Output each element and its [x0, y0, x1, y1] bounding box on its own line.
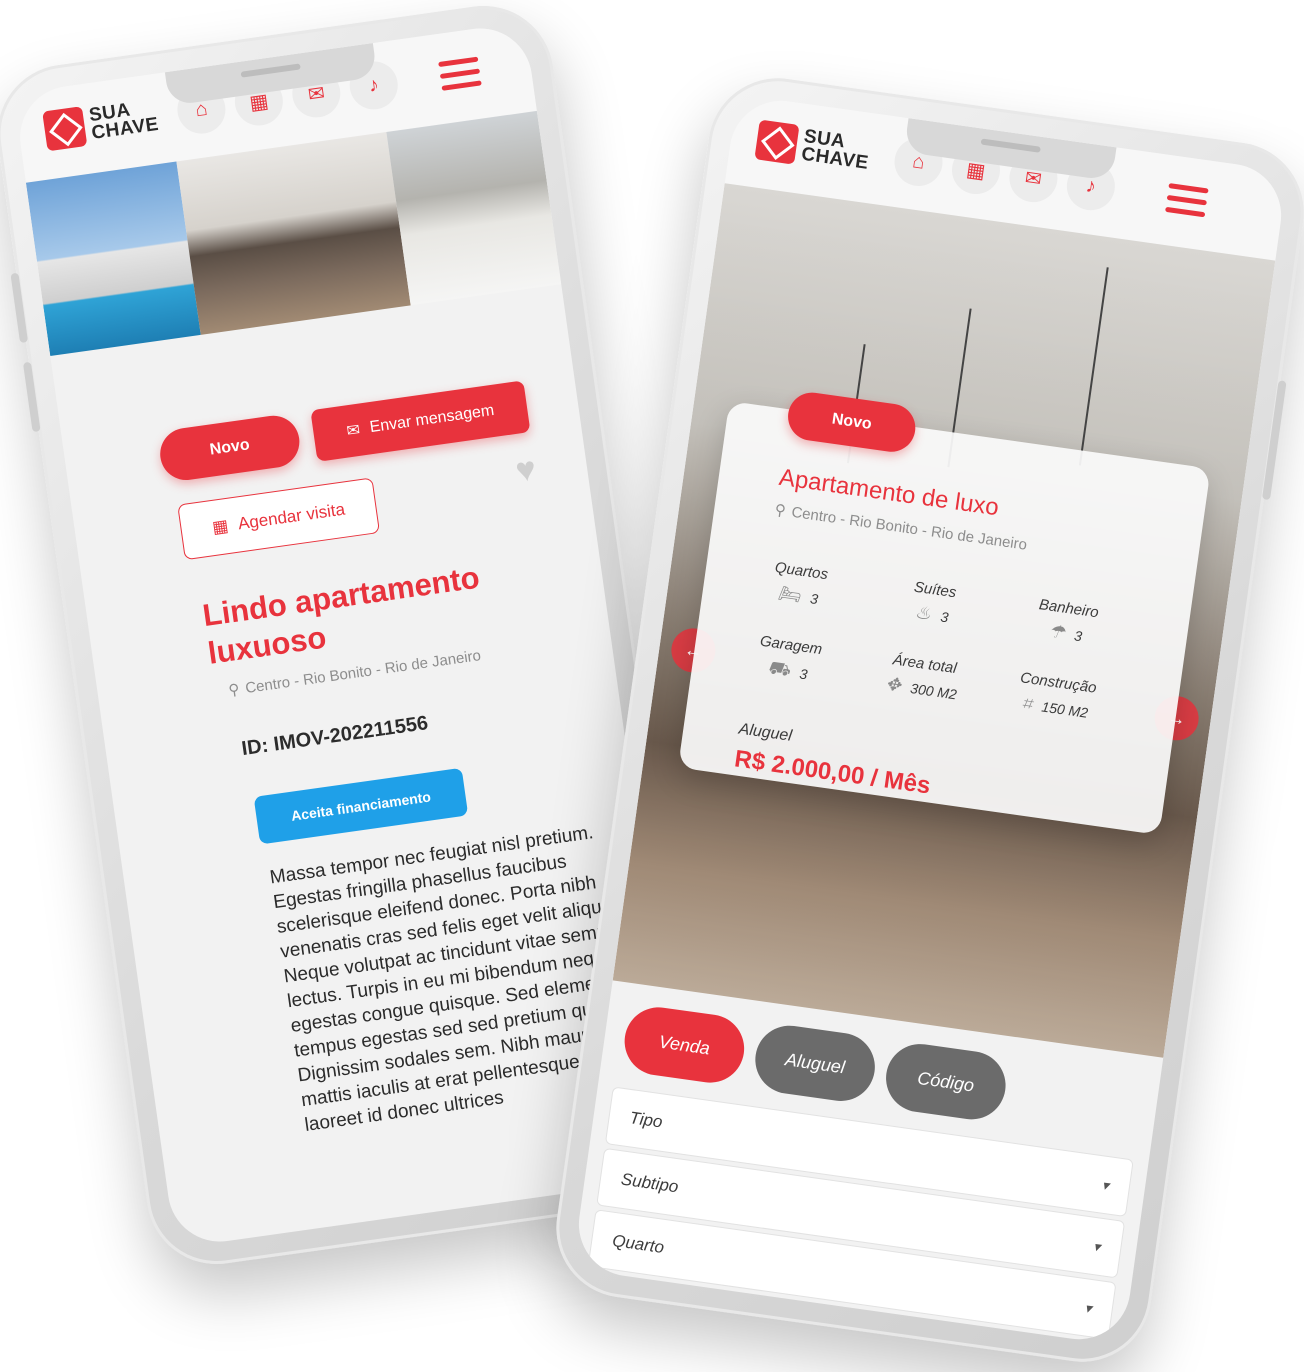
financing-badge: Aceita financiamento: [253, 767, 469, 845]
move-icon: ✥: [884, 673, 903, 696]
bed-icon: 🛏: [776, 582, 802, 606]
logo[interactable]: SUA CHAVE: [42, 96, 161, 152]
chat-icon: ✉: [345, 421, 362, 441]
tab-codigo[interactable]: Código: [881, 1039, 1010, 1124]
novo-badge: Novo: [156, 412, 303, 484]
chevron-down-icon: ▾: [1083, 1298, 1093, 1316]
crop-icon: ⌗: [1020, 692, 1034, 714]
phone-right: SUACHAVE ⌂ ▦ ✉ ♪ ← → Novo Apartamento de…: [547, 69, 1304, 1371]
car-icon: ⛟: [766, 656, 792, 680]
tab-venda[interactable]: Venda: [620, 1002, 749, 1087]
property-title: Lindo apartamento luxuoso: [200, 559, 482, 671]
logo-text: SUA CHAVE: [87, 99, 161, 144]
chevron-down-icon: ▾: [1092, 1237, 1102, 1255]
power-button: [1261, 380, 1287, 501]
shower-icon: ☂: [1047, 620, 1066, 643]
spec-banheiro: Banheiro ☂ 3: [1037, 596, 1100, 644]
logo-text: SUA CHAVE: [800, 125, 870, 174]
menu-icon[interactable]: [438, 56, 483, 98]
send-message-button[interactable]: ✉ Envar mensagem: [310, 380, 531, 462]
spec-area-total: Área total ✥ 300 M2: [884, 651, 958, 702]
schedule-visit-button[interactable]: ▦ Agendar visita: [177, 477, 381, 561]
spec-garagem: Garagem ⛟ 3: [758, 632, 824, 683]
pendant-lamp: [1078, 267, 1109, 466]
logo-icon: [42, 106, 88, 152]
menu-icon[interactable]: [1164, 183, 1209, 224]
photo-kitchen[interactable]: [176, 132, 411, 335]
bathtub-icon: ♨: [913, 601, 933, 624]
pin-icon: ⚲: [773, 501, 787, 520]
calendar-icon: ▦: [210, 515, 230, 538]
spec-quartos: Quartos 🛏 3: [773, 559, 830, 607]
logo-icon: [754, 119, 800, 165]
spec-construcao: Construção ⌗ 150 M2: [1019, 669, 1098, 721]
logo[interactable]: SUA CHAVE: [754, 119, 872, 174]
screen-right: SUACHAVE ⌂ ▦ ✉ ♪ ← → Novo Apartamento de…: [572, 94, 1288, 1346]
property-id: ID: IMOV-202211556: [240, 712, 430, 761]
spec-suites: Suítes ♨ 3: [912, 578, 958, 625]
property-card[interactable]: Novo Apartamento de luxo ⚲ Centro - Rio …: [677, 389, 1211, 836]
pin-icon: ⚲: [227, 680, 241, 700]
heart-icon[interactable]: ♥: [513, 450, 538, 491]
volume-button: [22, 361, 41, 433]
price-label: Aluguel: [737, 720, 793, 745]
tab-aluguel[interactable]: Aluguel: [750, 1021, 880, 1106]
volume-button: [10, 272, 29, 344]
chevron-down-icon: ▾: [1100, 1176, 1111, 1193]
photo-house[interactable]: [25, 161, 201, 357]
photo-dining[interactable]: [386, 110, 562, 306]
